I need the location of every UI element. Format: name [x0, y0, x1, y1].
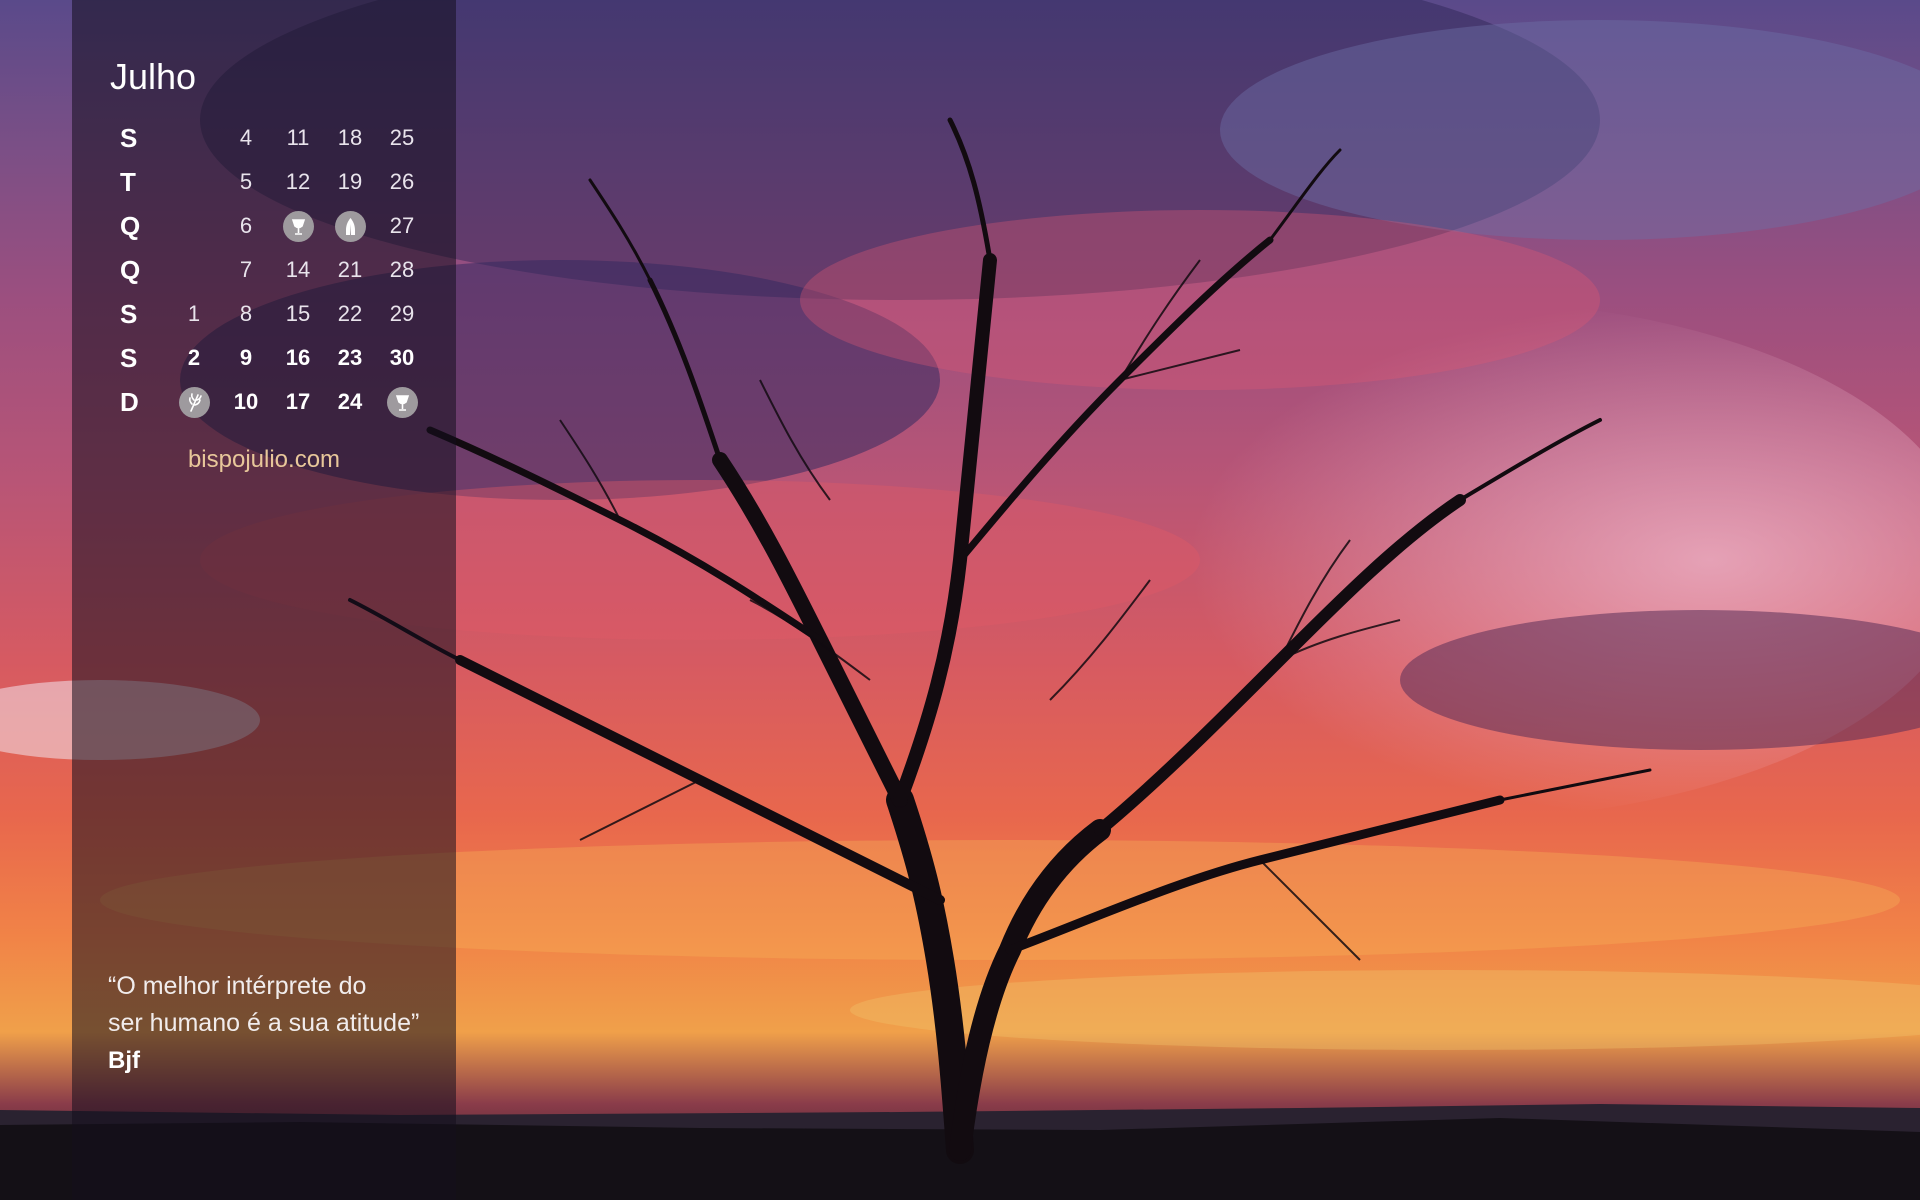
- day-number: 28: [389, 257, 415, 282]
- day-number: 23: [337, 345, 363, 370]
- weekday-label: Q: [120, 254, 141, 285]
- quote-line-1: “O melhor intérprete do: [108, 972, 367, 1000]
- day-number: 22: [337, 301, 363, 326]
- calendar-row: S 2 9 16 23 30: [108, 336, 418, 380]
- day-number: 6: [239, 213, 253, 238]
- website-link: bispojulio.com: [187, 446, 341, 473]
- quote-block: “O melhor intérprete do ser humano é a s…: [108, 968, 448, 1079]
- weekday-label: Q: [120, 210, 141, 241]
- quote-line-2: ser humano é a sua atitude”: [108, 1009, 420, 1037]
- weekday-label: T: [120, 166, 136, 197]
- wheat-icon: [168, 386, 220, 418]
- weekday-label: D: [120, 386, 139, 417]
- day-number: 10: [233, 389, 259, 414]
- day-number: 30: [389, 345, 415, 370]
- day-number: 21: [337, 257, 363, 282]
- day-number: 16: [285, 345, 311, 370]
- day-number: 5: [239, 169, 253, 194]
- calendar-row: Q 6 27: [108, 204, 418, 248]
- day-number: 9: [239, 345, 253, 370]
- weekday-label: S: [120, 122, 138, 153]
- day-number: 8: [239, 301, 253, 326]
- day-number: 24: [337, 389, 363, 414]
- day-number: 18: [337, 125, 363, 150]
- day-number: 11: [286, 125, 310, 150]
- day-number: 14: [285, 257, 311, 282]
- weekday-label: S: [120, 298, 138, 329]
- chalice-icon: [376, 386, 428, 418]
- day-number: 1: [187, 301, 201, 326]
- calendar-row: S 4 11 18 25: [108, 116, 418, 160]
- weekday-label: S: [120, 342, 138, 373]
- calendar-row: D 10 17 24: [108, 380, 418, 424]
- day-number: 15: [285, 301, 311, 326]
- calendar-row: S 1 8 15 22 29: [108, 292, 418, 336]
- quote-author: Bjf: [108, 1047, 140, 1074]
- praying-hands-icon: [324, 210, 376, 242]
- month-title: Julho: [110, 56, 197, 97]
- calendar-row: T 5 12 19 26: [108, 160, 418, 204]
- day-number: 17: [285, 389, 311, 414]
- calendar-row: Q 7 14 21 28: [108, 248, 418, 292]
- day-number: 29: [389, 301, 415, 326]
- calendar-grid: S 4 11 18 25 T 5 12 19 26 Q 6 27 Q 7 14 21 28 S 1 8 15 22 29 S 2 9…: [108, 116, 418, 424]
- day-number: 2: [187, 345, 201, 370]
- day-number: 7: [239, 257, 253, 282]
- day-number: 25: [389, 125, 415, 150]
- day-number: 4: [239, 125, 253, 150]
- day-number: 26: [389, 169, 415, 194]
- chalice-icon: [272, 210, 324, 242]
- day-number: 27: [389, 213, 415, 238]
- day-number: 19: [337, 169, 363, 194]
- day-number: 12: [285, 169, 311, 194]
